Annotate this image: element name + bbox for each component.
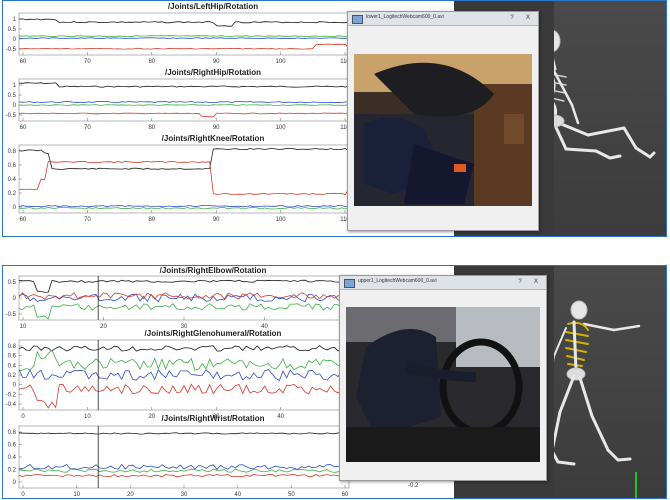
plot[interactable]: 0.50-0.51020304050 xyxy=(6,275,350,330)
plot-title-right-glenohumeral: /Joints/RightGlenohumeral/Rotation xyxy=(144,329,282,338)
y-tick-label: 1 xyxy=(13,83,17,89)
y-tick-label: 0.5 xyxy=(8,280,17,286)
y-tick-label: 0 xyxy=(13,480,17,486)
y-tick-label: 0.4 xyxy=(8,455,17,461)
y-tick-label: 0 xyxy=(13,205,17,211)
y-tick-label: -0.2 xyxy=(6,392,17,398)
y-tick-label: 0.8 xyxy=(8,344,17,350)
x-tick-label: 100 xyxy=(276,59,287,65)
y-tick-label: -0.5 xyxy=(6,113,17,119)
x-tick-label: 20 xyxy=(100,324,107,330)
y-tick-label: 0.4 xyxy=(8,177,17,183)
x-tick-label: 60 xyxy=(20,125,27,131)
video-app-icon xyxy=(352,15,363,24)
help-button[interactable]: ? xyxy=(514,277,526,287)
y-tick-label: 0 xyxy=(13,296,17,302)
help-button[interactable]: ? xyxy=(506,13,518,23)
plot-title-right-elbow: /Joints/RightElbow/Rotation xyxy=(159,266,267,275)
y-tick-label: 0.6 xyxy=(8,443,17,449)
video-window-upper[interactable]: upper1_LogitechWebcam600_0.avi ? X xyxy=(339,275,547,481)
y-tick-label: -0.5 xyxy=(6,312,17,318)
y-tick-label: 0 xyxy=(13,383,17,389)
y-tick-label: 0.6 xyxy=(8,163,17,169)
y-tick-label: 0 xyxy=(13,37,17,43)
y-tick-label: 0.2 xyxy=(8,373,17,379)
y-tick-label: 0.5 xyxy=(8,93,17,99)
video-image-lower xyxy=(354,54,532,206)
y-tick-label: -0.5 xyxy=(6,47,17,53)
close-button[interactable]: X xyxy=(522,13,534,23)
x-tick-label: 10 xyxy=(84,414,91,420)
x-tick-label: 0 xyxy=(21,414,25,420)
video-app-icon xyxy=(344,279,355,288)
plot-title-right-wrist: /Joints/RightWrist/Rotation xyxy=(161,414,265,423)
x-tick-label: 100 xyxy=(276,125,287,131)
video-titlebar-upper[interactable]: upper1_LogitechWebcam600_0.avi ? X xyxy=(340,276,546,290)
x-tick-label: 20 xyxy=(148,414,155,420)
plot[interactable]: 0.80.60.40.2060 70 80 90 100 110 xyxy=(8,144,351,223)
plot[interactable]: 10.50-0.560 70 80 90 100 110 xyxy=(6,12,351,65)
plot-title-right-knee: /Joints/RightKnee/Rotation xyxy=(161,134,265,143)
x-tick-label: 100 xyxy=(276,217,287,223)
video-window-lower[interactable]: lower1_LogitechWebcam600_0.avi ? X xyxy=(347,11,539,231)
video-title-lower: lower1_LogitechWebcam600_0.avi xyxy=(366,14,444,20)
x-tick-label: 90 xyxy=(213,217,220,223)
x-tick-label: 60 xyxy=(20,59,27,65)
plot[interactable]: 10.50-0.560 70 80 90 100 110 xyxy=(6,78,351,131)
x-tick-label: 10 xyxy=(20,324,27,330)
bottom-capture-panel: 0.50-0.510203040500.80.60.40.20-0.2-0.40… xyxy=(2,265,667,499)
x-tick-label: 70 xyxy=(84,59,91,65)
y-tick-label: 0.2 xyxy=(8,468,17,474)
y-tick-label: 1 xyxy=(13,17,17,23)
blue-series-line xyxy=(18,37,350,40)
x-tick-label: 30 xyxy=(181,492,188,498)
video-frame-lower xyxy=(354,54,532,206)
y-tick-label: 0.8 xyxy=(8,149,17,155)
video-titlebar-lower[interactable]: lower1_LogitechWebcam600_0.avi ? X xyxy=(348,12,538,26)
x-tick-label: 90 xyxy=(213,59,220,65)
y-tick-label: -0.4 xyxy=(6,402,17,408)
close-button[interactable]: X xyxy=(530,277,542,287)
y-tick-label: 0.8 xyxy=(8,430,17,436)
y-tick-label: 0.5 xyxy=(8,27,17,33)
plot-frame xyxy=(18,144,350,214)
y-tick-label: 0.2 xyxy=(8,191,17,197)
x-tick-label: 20 xyxy=(127,492,134,498)
x-tick-label: 90 xyxy=(213,125,220,131)
plot[interactable]: 0.8 0.6 0.4 0.2 00 10 20 30 40 50 60 xyxy=(8,425,350,498)
plot-frame xyxy=(18,425,350,489)
axis-extra-label: -0.2 xyxy=(408,483,419,489)
plot-title-right-hip: /Joints/RightHip/Rotation xyxy=(165,68,261,77)
video-title-upper: upper1_LogitechWebcam600_0.avi xyxy=(358,278,437,284)
x-tick-label: 60 xyxy=(20,217,27,223)
x-tick-label: 50 xyxy=(288,492,295,498)
y-tick-label: 0 xyxy=(13,103,17,109)
x-tick-label: 80 xyxy=(148,217,155,223)
x-tick-label: 10 xyxy=(73,492,80,498)
x-tick-label: 80 xyxy=(148,59,155,65)
x-tick-label: 40 xyxy=(277,414,284,420)
x-tick-label: 60 xyxy=(342,492,349,498)
video-frame-upper xyxy=(346,307,540,462)
plot-frame xyxy=(18,78,350,122)
video-image-upper xyxy=(346,307,540,462)
x-tick-label: 70 xyxy=(84,125,91,131)
y-tick-label: 0.6 xyxy=(8,354,17,360)
x-tick-label: 40 xyxy=(234,492,241,498)
x-tick-label: 70 xyxy=(84,217,91,223)
x-tick-label: 0 xyxy=(21,492,25,498)
plot[interactable]: 0.80.60.40.20-0.2-0.401020304050 xyxy=(6,339,350,420)
x-tick-label: 80 xyxy=(148,125,155,131)
plot-title-left-hip: /Joints/LeftHip/Rotation xyxy=(167,2,259,11)
y-tick-label: 0.4 xyxy=(8,363,17,369)
top-capture-panel: 1 0.5 0 -0.5 60 70 80 90 100 110 1 0.5 0 -0.5 60 70 80 90… xyxy=(2,0,667,237)
